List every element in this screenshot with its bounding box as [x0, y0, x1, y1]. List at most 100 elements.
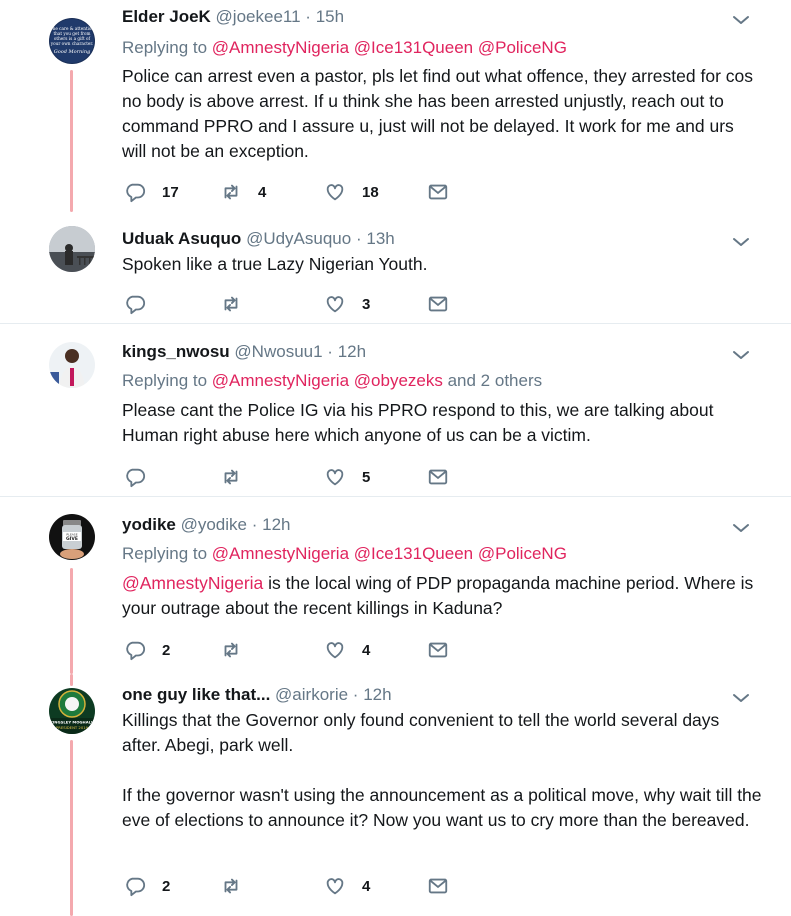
- direct-message-button[interactable]: [427, 292, 449, 316]
- thread-line: [70, 740, 73, 916]
- tweet-actions: 17 4 18: [122, 180, 462, 204]
- like-button[interactable]: 5: [324, 465, 370, 489]
- retweet-icon: [224, 469, 238, 485]
- heart-icon: [326, 296, 344, 313]
- svg-text:KINGSLEY MOGHALU: KINGSLEY MOGHALU: [50, 720, 94, 725]
- replying-to: Replying to @AmnestyNigeria @obyezeks an…: [122, 371, 543, 390]
- like-button[interactable]: 18: [324, 180, 379, 204]
- retweet-button[interactable]: [220, 292, 258, 316]
- timestamp[interactable]: 15h: [316, 7, 344, 26]
- svg-text:Good Morning: Good Morning: [54, 49, 91, 55]
- svg-text:PLEASE: PLEASE: [66, 533, 77, 537]
- user-handle[interactable]: @yodike: [181, 515, 247, 534]
- others-link[interactable]: and 2 others: [448, 371, 543, 390]
- retweet-button[interactable]: [220, 874, 258, 898]
- reply-count: 2: [162, 877, 171, 895]
- avatar[interactable]: PLEASE GIVE: [49, 514, 95, 560]
- display-name[interactable]: Uduak Asuquo: [122, 229, 241, 248]
- reply-count: 2: [162, 641, 171, 659]
- like-button[interactable]: 4: [324, 638, 370, 662]
- replies-timeline: The care & attention that you get from o…: [0, 0, 791, 916]
- tweet-actions: 2 4: [122, 874, 462, 898]
- mention-link[interactable]: @Ice131Queen: [354, 38, 473, 57]
- direct-message-button[interactable]: [427, 465, 449, 489]
- reply-icon: [126, 183, 146, 203]
- replying-to: Replying to @AmnestyNigeria @Ice131Queen…: [122, 544, 567, 563]
- timestamp[interactable]: 12h: [262, 515, 290, 534]
- reply-icon: [126, 877, 146, 897]
- direct-message-button[interactable]: [427, 638, 449, 662]
- tweet-text: @AmnestyNigeria is the local wing of PDP…: [122, 573, 754, 618]
- reply-button[interactable]: [124, 465, 162, 489]
- tweet[interactable]: KINGSLEY MOGHALU PRESIDENT 2019 one guy …: [0, 674, 791, 916]
- chevron-down-icon[interactable]: [731, 688, 751, 708]
- direct-message-button[interactable]: [427, 874, 449, 898]
- mention-link[interactable]: @PoliceNG: [478, 38, 567, 57]
- reply-button[interactable]: 17: [124, 180, 179, 204]
- reply-button[interactable]: 2: [124, 874, 170, 898]
- svg-text:PRESIDENT 2019: PRESIDENT 2019: [56, 725, 89, 730]
- display-name[interactable]: Elder JoeK: [122, 7, 211, 26]
- mention-link[interactable]: @obyezeks: [354, 371, 443, 390]
- retweet-button[interactable]: [220, 465, 258, 489]
- tweet[interactable]: kings_nwosu @Nwosuu1 · 12h Replying to @…: [0, 325, 791, 497]
- mention-link[interactable]: @Ice131Queen: [354, 544, 473, 563]
- timestamp[interactable]: 13h: [366, 229, 394, 248]
- timestamp[interactable]: 12h: [338, 342, 366, 361]
- timestamp[interactable]: 12h: [363, 685, 391, 704]
- chevron-down-icon[interactable]: [731, 345, 751, 365]
- reply-count: 17: [162, 183, 179, 201]
- chevron-down-icon[interactable]: [731, 10, 751, 30]
- heart-icon: [326, 878, 344, 895]
- like-button[interactable]: 3: [324, 292, 370, 316]
- reply-icon: [126, 468, 146, 488]
- avatar[interactable]: [49, 342, 95, 388]
- display-name[interactable]: kings_nwosu: [122, 342, 230, 361]
- mention-link[interactable]: @AmnestyNigeria: [212, 544, 349, 563]
- thread-line: [70, 70, 73, 212]
- tweet-header: Elder JoeK @joekee11 · 15h: [122, 7, 345, 26]
- avatar-image: [49, 226, 95, 272]
- reply-button[interactable]: [124, 292, 162, 316]
- mention-link[interactable]: @AmnestyNigeria: [122, 573, 263, 593]
- user-handle[interactable]: @UdyAsuquo: [246, 229, 351, 248]
- user-handle[interactable]: @joekee11: [216, 7, 301, 26]
- display-name[interactable]: one guy like that...: [122, 685, 270, 704]
- reply-button[interactable]: 2: [124, 638, 170, 662]
- like-button[interactable]: 4: [324, 874, 370, 898]
- display-name[interactable]: yodike: [122, 515, 176, 534]
- mention-link[interactable]: @AmnestyNigeria: [212, 38, 349, 57]
- tweet-header: kings_nwosu @Nwosuu1 · 12h: [122, 342, 367, 361]
- thread-line: [70, 568, 73, 674]
- retweet-icon: [224, 296, 238, 312]
- tweet[interactable]: Uduak Asuquo @UdyAsuquo · 13h Spoken lik…: [0, 212, 791, 324]
- tweet-actions: 3: [122, 292, 462, 316]
- retweet-icon: [224, 878, 238, 894]
- avatar[interactable]: [49, 226, 95, 272]
- svg-text:your own character.: your own character.: [50, 41, 93, 46]
- direct-message-button[interactable]: [427, 180, 449, 204]
- mention-link[interactable]: @PoliceNG: [478, 544, 567, 563]
- user-handle[interactable]: @Nwosuu1: [234, 342, 322, 361]
- mail-icon: [428, 642, 448, 658]
- tweet-header: one guy like that... @airkorie · 12h: [122, 685, 392, 704]
- avatar[interactable]: KINGSLEY MOGHALU PRESIDENT 2019: [49, 688, 95, 734]
- reply-icon: [126, 295, 146, 315]
- mention-link[interactable]: @AmnestyNigeria: [212, 371, 349, 390]
- chevron-down-icon[interactable]: [731, 518, 751, 538]
- heart-icon: [326, 642, 344, 659]
- chevron-down-icon[interactable]: [731, 232, 751, 252]
- avatar[interactable]: The care & attention that you get from o…: [49, 18, 95, 64]
- user-handle[interactable]: @airkorie: [275, 685, 348, 704]
- thread-line: [70, 674, 73, 686]
- heart-icon: [326, 469, 344, 486]
- retweet-button[interactable]: 4: [220, 180, 266, 204]
- avatar-image: [49, 342, 95, 388]
- mail-icon: [428, 184, 448, 200]
- heart-icon: [326, 184, 344, 201]
- retweet-button[interactable]: [220, 638, 258, 662]
- tweet-text: Police can arrest even a pastor, pls let…: [122, 66, 753, 161]
- tweet[interactable]: The care & attention that you get from o…: [0, 0, 791, 212]
- tweet[interactable]: PLEASE GIVE yodike @yodike · 12h Replyin…: [0, 498, 791, 674]
- tweet-actions: 2 4: [122, 638, 462, 662]
